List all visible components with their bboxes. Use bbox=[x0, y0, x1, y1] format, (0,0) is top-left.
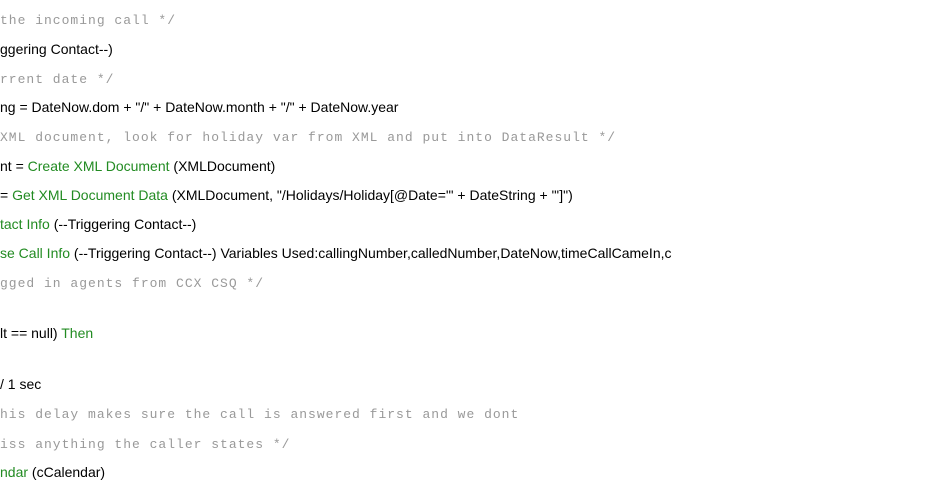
code-line-13: / 1 sec bbox=[0, 370, 950, 399]
comment-text: XML document, look for holiday var from … bbox=[0, 130, 616, 145]
keyword-text: ndar bbox=[0, 464, 28, 480]
code-text: (cCalendar) bbox=[28, 464, 105, 480]
code-text: (--Triggering Contact--) bbox=[50, 216, 197, 232]
keyword-text: Then bbox=[61, 325, 93, 341]
keyword-text: Create XML Document bbox=[28, 158, 170, 174]
code-text: ggering Contact--) bbox=[0, 41, 113, 57]
code-text: lt == null) bbox=[0, 325, 61, 341]
blank-line bbox=[0, 297, 950, 319]
code-line-6: = Get XML Document Data (XMLDocument, "/… bbox=[0, 181, 950, 210]
code-line-7: tact Info (--Triggering Contact--) bbox=[0, 210, 950, 239]
code-line-4: XML document, look for holiday var from … bbox=[0, 122, 950, 152]
comment-text: his delay makes sure the call is answere… bbox=[0, 407, 519, 422]
keyword-text: Get XML Document Data bbox=[12, 187, 168, 203]
comment-text: the incoming call */ bbox=[0, 13, 176, 28]
comment-text: iss anything the caller states */ bbox=[0, 437, 290, 452]
comment-text: gged in agents from CCX CSQ */ bbox=[0, 276, 264, 291]
code-text: (XMLDocument) bbox=[170, 158, 276, 174]
code-line-14: his delay makes sure the call is answere… bbox=[0, 399, 950, 429]
code-line-16: ndar (cCalendar) bbox=[0, 458, 950, 487]
code-line-2: rrent date */ bbox=[0, 64, 950, 94]
blank-line bbox=[0, 348, 950, 370]
code-text: (--Triggering Contact--) Variables Used:… bbox=[70, 245, 671, 261]
code-text: ng = DateNow.dom + "/" + DateNow.month +… bbox=[0, 99, 398, 115]
code-text: nt = bbox=[0, 158, 28, 174]
code-line-15: iss anything the caller states */ bbox=[0, 429, 950, 459]
code-line-9: gged in agents from CCX CSQ */ bbox=[0, 268, 950, 298]
code-line-8: se Call Info (--Triggering Contact--) Va… bbox=[0, 239, 950, 268]
code-line-3: ng = DateNow.dom + "/" + DateNow.month +… bbox=[0, 93, 950, 122]
code-editor-viewport: the incoming call */ ggering Contact--) rr… bbox=[0, 5, 950, 487]
code-line-5: nt = Create XML Document (XMLDocument) bbox=[0, 152, 950, 181]
code-text: / 1 sec bbox=[0, 376, 41, 392]
code-text: (XMLDocument, "/Holidays/Holiday[@Date='… bbox=[168, 187, 573, 203]
code-text: = bbox=[0, 187, 12, 203]
keyword-text: se Call Info bbox=[0, 245, 70, 261]
code-line-0: the incoming call */ bbox=[0, 5, 950, 35]
code-line-11: lt == null) Then bbox=[0, 319, 950, 348]
keyword-text: tact Info bbox=[0, 216, 50, 232]
comment-text: rrent date */ bbox=[0, 72, 114, 87]
code-line-1: ggering Contact--) bbox=[0, 35, 950, 64]
